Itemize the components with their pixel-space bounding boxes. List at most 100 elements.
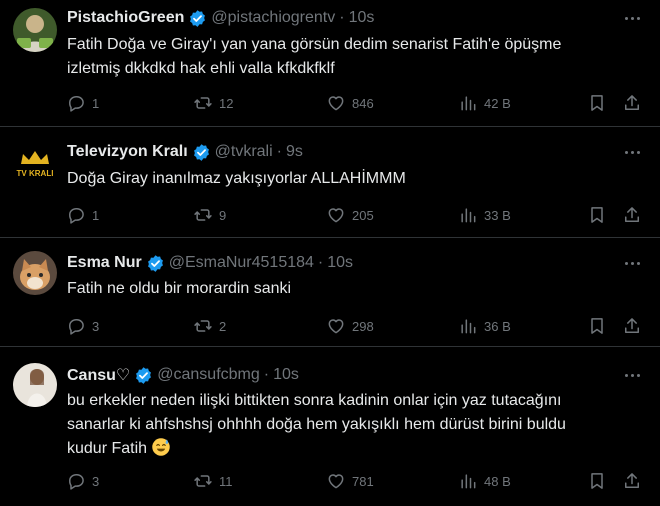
separator-dot: · [339,9,345,26]
tweet-text-line: izletmiş dkkdkd hak ehli valla kfkdkfklf [67,60,335,77]
more-options-icon[interactable] [621,364,643,386]
reply-icon [69,96,84,112]
share-icon [625,473,639,488]
retweet-count: 12 [219,95,234,111]
view-count: 36 B [484,318,511,334]
like-count: 298 [352,318,374,334]
tweet[interactable]: TV KRALI Televizyon Kralı @tvkrali · 9s … [0,127,660,238]
heart-icon [328,319,344,334]
tweet-text: Fatih Doğa ve Giray'ı yan yana görsün de… [67,33,642,81]
retweet-count: 2 [219,318,227,334]
views-button[interactable]: 33 B [458,203,511,227]
retweet-icon [194,97,212,109]
bookmark-button[interactable] [587,91,607,115]
handle[interactable]: @EsmaNur4515184 [169,254,314,272]
tweet[interactable]: Esma Nur @EsmaNur4515184 · 10s Fatih ne … [0,238,660,347]
analytics-icon [461,96,476,111]
avatar-text: TV KRALI [17,169,54,178]
timestamp[interactable]: 10s [273,366,299,384]
share-button[interactable] [622,91,642,115]
tweet-text-line: Fatih Doğa ve Giray'ı yan yana görsün de… [67,36,562,53]
reply-button[interactable]: 1 [66,91,99,115]
more-options-icon[interactable] [621,7,643,29]
avatar-image [13,251,57,295]
like-button[interactable]: 205 [326,203,374,227]
display-name[interactable]: Televizyon Kralı [67,143,188,161]
avatar[interactable] [13,251,57,295]
analytics-icon [461,319,476,334]
avatar[interactable] [13,8,57,52]
display-name[interactable]: Cansu♡ [67,365,130,385]
avatar[interactable] [13,363,57,407]
timestamp[interactable]: 9s [286,143,303,161]
views-button[interactable]: 42 B [458,91,511,115]
bookmark-button[interactable] [587,314,607,338]
retweet-button[interactable]: 2 [193,314,226,338]
handle[interactable]: @pistachiogrentv [211,9,335,27]
tweet-actions: 1 9 205 33 B [60,203,650,227]
share-button[interactable] [622,314,642,338]
tweet[interactable]: Cansu♡ @cansufcbmg · 10s bu erkekler ned… [0,347,660,506]
tweet-text-line: sanarlar ki ahfshshsj ohhhh doğa hem yak… [67,416,566,433]
display-name[interactable]: Esma Nur [67,254,142,272]
views-button[interactable]: 48 B [458,469,511,493]
like-button[interactable]: 846 [326,91,374,115]
timestamp[interactable]: 10s [349,9,375,27]
bookmark-button[interactable] [587,203,607,227]
retweet-button[interactable]: 11 [193,469,233,493]
separator-dot: · [263,366,270,383]
retweet-count: 11 [219,473,233,489]
handle[interactable]: @tvkrali [215,143,273,161]
tweet-feed: PistachioGreen @pistachiogrentv · 10s Fa… [0,0,660,506]
bookmark-icon [591,95,603,111]
reply-button[interactable]: 3 [66,314,99,338]
avatar[interactable]: TV KRALI [13,142,57,186]
share-icon [625,207,639,222]
tweet-text: Fatih ne oldu bir morardin sanki [67,277,642,301]
like-button[interactable]: 781 [326,469,374,493]
view-count: 48 B [484,473,511,489]
views-button[interactable]: 36 B [458,314,511,338]
like-button[interactable]: 298 [326,314,374,338]
retweet-button[interactable]: 12 [193,91,233,115]
separator-dot: · [276,143,282,160]
retweet-icon [194,209,212,221]
verified-badge-icon [147,254,163,272]
tweet[interactable]: PistachioGreen @pistachiogrentv · 10s Fa… [0,0,660,127]
share-button[interactable] [622,203,642,227]
separator-dot: · [317,254,324,271]
retweet-icon [194,320,212,332]
retweet-count: 9 [219,207,227,223]
reply-button[interactable]: 1 [66,203,99,227]
tweet-text-line: bu erkekler neden ilişki bittikten sonra… [67,392,562,409]
avatar-image [13,363,57,407]
avatar-image [13,8,57,52]
more-options-icon[interactable] [621,252,643,274]
timestamp[interactable]: 10s [327,254,353,272]
reply-icon [69,474,84,490]
tweet-actions: 3 11 781 48 B [60,469,650,493]
retweet-button[interactable]: 9 [193,203,226,227]
reply-count: 3 [92,473,100,489]
share-button[interactable] [622,469,642,493]
reply-count: 3 [92,318,100,334]
tweet-text: Doğa Giray inanılmaz yakışıyorlar ALLAHİ… [67,167,642,191]
like-count: 205 [352,207,374,223]
bookmark-icon [591,207,603,223]
handle[interactable]: @cansufcbmg [157,366,260,384]
like-count: 781 [352,473,374,489]
reply-count: 1 [92,95,100,111]
tweet-actions: 1 12 846 42 B [60,91,650,115]
display-name[interactable]: PistachioGreen [67,9,184,27]
reply-button[interactable]: 3 [66,469,99,493]
tweet-actions: 3 2 298 36 B [60,314,650,338]
heart-icon [328,96,344,111]
reply-icon [69,319,84,335]
tweet-text-line-last: kudur Fatih [67,437,642,461]
bookmark-button[interactable] [587,469,607,493]
heart-icon [328,208,344,223]
bookmark-icon [591,318,603,334]
retweet-icon [194,475,212,487]
share-icon [625,95,639,110]
more-options-icon[interactable] [621,141,643,163]
